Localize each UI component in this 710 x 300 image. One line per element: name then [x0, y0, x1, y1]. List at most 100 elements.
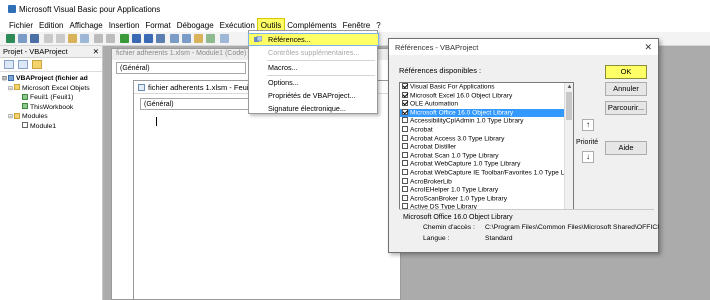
- cancel-button[interactable]: Annuler: [605, 82, 647, 96]
- reference-label: Acrobat Scan 1.0 Type Library: [410, 152, 499, 160]
- menu-item-label: Options...: [268, 78, 299, 87]
- reference-item[interactable]: AcroIEHelper 1.0 Type Library: [400, 186, 573, 195]
- tree-node-feuil1[interactable]: Feuil1 (Feuil1): [0, 93, 102, 103]
- help-button[interactable]: Aide: [605, 141, 647, 155]
- insert-userform-icon[interactable]: [18, 34, 27, 43]
- checkbox[interactable]: [402, 117, 408, 124]
- object-combo[interactable]: (Général): [116, 62, 246, 74]
- checkbox[interactable]: [402, 186, 408, 193]
- project-explorer-icon[interactable]: [170, 34, 179, 43]
- checkbox[interactable]: [402, 177, 408, 184]
- menu-affichage[interactable]: Affichage: [66, 19, 105, 32]
- view-code-icon[interactable]: [4, 60, 14, 69]
- menu-item-references[interactable]: Références...: [248, 33, 379, 46]
- reference-item[interactable]: AcroScanBroker 1.0 Type Library: [400, 194, 573, 204]
- priority-label: Priorité: [576, 139, 599, 146]
- reset-icon[interactable]: [144, 34, 153, 43]
- reference-item[interactable]: Acrobat Distiller: [400, 143, 573, 152]
- browse-button[interactable]: Parcourir...: [605, 101, 647, 115]
- menu-insertion[interactable]: Insertion: [106, 19, 143, 32]
- reference-item[interactable]: Acrobat Access 3.0 Type Library: [400, 134, 573, 144]
- checkbox[interactable]: [402, 108, 408, 115]
- menu-item-macros[interactable]: Macros...: [249, 62, 378, 73]
- menu-format[interactable]: Format: [142, 19, 173, 32]
- tree-node-vbaproject[interactable]: ⊟ VBAProject (fichier ad: [0, 74, 102, 84]
- scroll-up-icon[interactable]: ▲: [565, 83, 573, 92]
- excel-view-icon[interactable]: [6, 34, 15, 43]
- menu-item-project-properties[interactable]: Propriétés de VBAProject...: [249, 90, 378, 101]
- reference-item[interactable]: Acrobat WebCapture IE Toolbar/Favorites …: [400, 168, 573, 178]
- reference-item-selected[interactable]: Microsoft Office 16.0 Object Library: [400, 108, 573, 118]
- project-tree: ⊟ VBAProject (fichier ad ⊟ Microsoft Excel…: [0, 72, 102, 131]
- priority-up-button[interactable]: ↑: [582, 119, 594, 131]
- reference-label: Acrobat: [410, 126, 433, 134]
- menu-item-digital-signature[interactable]: Signature électronique...: [249, 103, 378, 114]
- redo-icon[interactable]: [106, 34, 115, 43]
- menu-fichier[interactable]: Fichier: [6, 19, 36, 32]
- tree-node-thisworkbook[interactable]: ThisWorkbook: [0, 103, 102, 113]
- menu-item-additional-controls[interactable]: Contrôles supplémentaires...: [249, 47, 378, 58]
- properties-window-icon[interactable]: [182, 34, 191, 43]
- project-explorer-header: Projet - VBAProject ✕: [0, 46, 102, 58]
- reference-item[interactable]: OLE Automation: [400, 100, 573, 109]
- checkbox[interactable]: [402, 134, 408, 141]
- reference-item[interactable]: Acrobat Scan 1.0 Type Library: [400, 151, 573, 161]
- path-label: Chemin d'accès :: [423, 224, 475, 231]
- reference-item[interactable]: Visual Basic For Applications: [400, 83, 573, 92]
- pause-icon[interactable]: [132, 34, 141, 43]
- menu-item-label: Contrôles supplémentaires...: [268, 48, 360, 57]
- menu-edition[interactable]: Edition: [36, 19, 66, 32]
- tree-node-label: Feuil1 (Feuil1): [30, 94, 74, 101]
- undo-icon[interactable]: [94, 34, 103, 43]
- checkbox[interactable]: [402, 91, 408, 98]
- reference-item[interactable]: AcroBrokerLib: [400, 177, 573, 187]
- menu-debogage[interactable]: Débogage: [174, 19, 217, 32]
- reference-item[interactable]: Microsoft Excel 16.0 Object Library: [400, 91, 573, 101]
- toggle-folders-icon[interactable]: [32, 60, 42, 69]
- outils-menu: Références... Contrôles supplémentaires.…: [248, 30, 379, 114]
- reference-label: Acrobat Access 3.0 Type Library: [410, 135, 505, 143]
- close-icon[interactable]: ✕: [93, 47, 99, 56]
- code-window-title-text: fichier adherents 1.xlsm - Feuil1 (: [148, 83, 259, 92]
- checkbox[interactable]: [402, 151, 408, 158]
- checkbox[interactable]: [402, 100, 408, 107]
- close-icon[interactable]: ✕: [644, 42, 652, 53]
- checkbox[interactable]: [402, 160, 408, 167]
- cut-icon[interactable]: [44, 34, 53, 43]
- folder-icon: [14, 112, 20, 119]
- reference-label: AcroScanBroker 1.0 Type Library: [410, 195, 507, 203]
- toolbox-icon[interactable]: [206, 34, 215, 43]
- reference-item[interactable]: AccessibilityCplAdmin 1.0 Type Library: [400, 117, 573, 126]
- menu-item-label: Propriétés de VBAProject...: [268, 91, 356, 100]
- find-icon[interactable]: [80, 34, 89, 43]
- design-mode-icon[interactable]: [156, 34, 165, 43]
- checkbox[interactable]: [402, 168, 408, 175]
- checkbox[interactable]: [402, 125, 408, 132]
- object-browser-icon[interactable]: [194, 34, 203, 43]
- reference-item[interactable]: Acrobat: [400, 125, 573, 135]
- priority-down-button[interactable]: ↓: [582, 151, 594, 163]
- workbook-icon: [22, 103, 28, 109]
- reference-item[interactable]: Acrobat WebCapture 1.0 Type Library: [400, 160, 573, 169]
- reference-label: Acrobat WebCapture IE Toolbar/Favorites …: [410, 169, 566, 177]
- tree-node-label: Module1: [30, 122, 57, 130]
- menu-item-options[interactable]: Options...: [249, 77, 378, 88]
- tree-node-excel-objects[interactable]: ⊟ Microsoft Excel Objets: [0, 84, 102, 94]
- help-icon[interactable]: [220, 34, 229, 43]
- view-object-icon[interactable]: [18, 60, 28, 69]
- run-icon[interactable]: [120, 34, 129, 43]
- save-icon[interactable]: [30, 34, 39, 43]
- available-references-label: Références disponibles :: [399, 66, 482, 75]
- scroll-thumb[interactable]: [566, 92, 572, 120]
- checkbox[interactable]: [402, 143, 408, 150]
- copy-icon[interactable]: [56, 34, 65, 43]
- tree-node-module1[interactable]: Module1: [0, 122, 102, 132]
- tree-node-modules[interactable]: ⊟ Modules: [0, 112, 102, 122]
- references-icon: [254, 36, 262, 42]
- title-bar: Microsoft Visual Basic pour Applications: [0, 0, 710, 18]
- checkbox[interactable]: [402, 194, 408, 201]
- ok-button[interactable]: OK: [605, 65, 647, 79]
- tree-node-label: ThisWorkbook: [30, 103, 74, 111]
- paste-icon[interactable]: [68, 34, 77, 43]
- checkbox[interactable]: [402, 83, 408, 89]
